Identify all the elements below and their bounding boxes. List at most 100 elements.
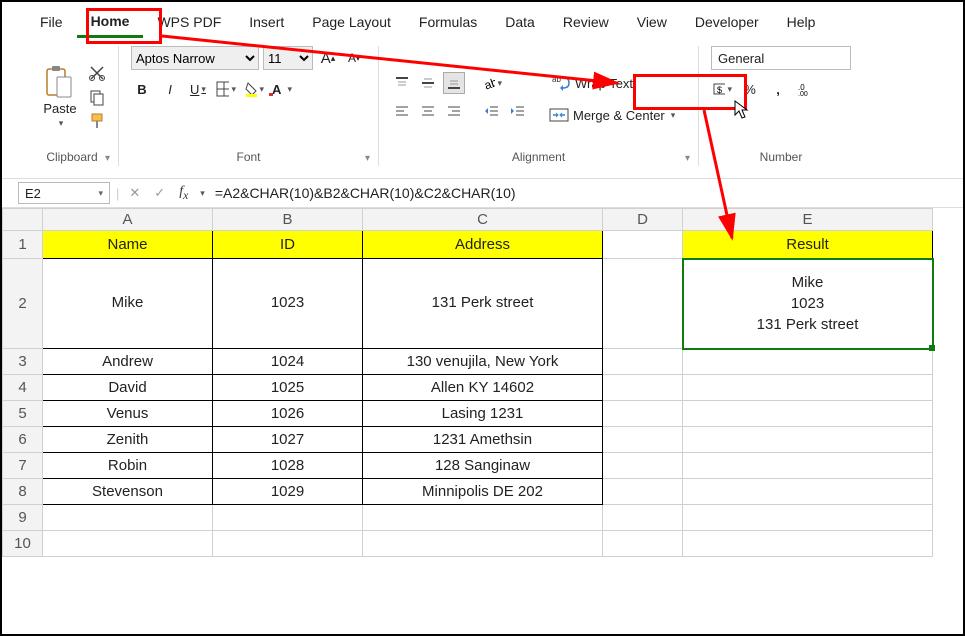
- cell[interactable]: [683, 453, 933, 479]
- row-header[interactable]: 8: [3, 479, 43, 505]
- align-middle-icon[interactable]: [417, 72, 439, 94]
- comma-icon[interactable]: ,: [767, 78, 789, 100]
- number-format-select[interactable]: General: [711, 46, 851, 70]
- cell[interactable]: [683, 505, 933, 531]
- formula-input[interactable]: =A2&CHAR(10)&B2&CHAR(10)&C2&CHAR(10): [211, 185, 955, 201]
- cell[interactable]: [683, 427, 933, 453]
- cell[interactable]: Stevenson: [43, 479, 213, 505]
- cell[interactable]: [213, 531, 363, 557]
- tab-formulas[interactable]: Formulas: [405, 8, 491, 36]
- border-button[interactable]: ▾: [215, 78, 237, 100]
- row-header[interactable]: 4: [3, 375, 43, 401]
- cell[interactable]: [603, 349, 683, 375]
- accounting-format-icon[interactable]: $▾: [711, 78, 733, 100]
- row-header[interactable]: 3: [3, 349, 43, 375]
- col-header-E[interactable]: E: [683, 209, 933, 231]
- cell[interactable]: [43, 505, 213, 531]
- dialog-launcher-icon[interactable]: ▾: [365, 153, 370, 164]
- orientation-icon[interactable]: ab▾: [481, 72, 503, 94]
- row-header[interactable]: 7: [3, 453, 43, 479]
- tab-insert[interactable]: Insert: [235, 8, 298, 36]
- decrease-indent-icon[interactable]: [481, 100, 503, 122]
- cell[interactable]: Zenith: [43, 427, 213, 453]
- increase-decimal-icon[interactable]: .0.00: [795, 78, 817, 100]
- tab-data[interactable]: Data: [491, 8, 549, 36]
- cell[interactable]: [603, 531, 683, 557]
- dialog-launcher-icon[interactable]: ▾: [685, 153, 690, 164]
- cell[interactable]: 1024: [213, 349, 363, 375]
- cell[interactable]: [603, 453, 683, 479]
- cell[interactable]: Lasing 1231: [363, 401, 603, 427]
- row-header[interactable]: 2: [3, 259, 43, 349]
- align-left-icon[interactable]: [391, 100, 413, 122]
- merge-center-button[interactable]: Merge & Center ▾: [543, 105, 681, 125]
- tab-pagelayout[interactable]: Page Layout: [298, 8, 405, 36]
- cell[interactable]: 1025: [213, 375, 363, 401]
- cell[interactable]: Andrew: [43, 349, 213, 375]
- col-header-B[interactable]: B: [213, 209, 363, 231]
- tab-help[interactable]: Help: [773, 8, 830, 36]
- cell[interactable]: [603, 259, 683, 349]
- enter-icon[interactable]: ✓: [150, 185, 169, 201]
- tab-file[interactable]: File: [26, 8, 77, 36]
- font-size-select[interactable]: 11: [263, 46, 313, 70]
- copy-icon[interactable]: [88, 88, 106, 106]
- cell[interactable]: Result: [683, 231, 933, 259]
- cell[interactable]: [683, 401, 933, 427]
- cell[interactable]: 1029: [213, 479, 363, 505]
- bold-button[interactable]: B: [131, 78, 153, 100]
- cut-icon[interactable]: [88, 64, 106, 82]
- cancel-icon[interactable]: ✕: [125, 185, 144, 201]
- cell[interactable]: [603, 231, 683, 259]
- cell[interactable]: David: [43, 375, 213, 401]
- tab-home[interactable]: Home: [77, 7, 144, 38]
- row-header[interactable]: 6: [3, 427, 43, 453]
- cell[interactable]: 1027: [213, 427, 363, 453]
- grid[interactable]: A B C D E 1 Name ID Address Result 2 Mik…: [2, 208, 934, 557]
- col-header-C[interactable]: C: [363, 209, 603, 231]
- cell[interactable]: [363, 505, 603, 531]
- row-header[interactable]: 10: [3, 531, 43, 557]
- percent-icon[interactable]: %: [739, 78, 761, 100]
- cell[interactable]: Address: [363, 231, 603, 259]
- cell[interactable]: [603, 479, 683, 505]
- dialog-launcher-icon[interactable]: ▾: [105, 153, 110, 164]
- cell-selected[interactable]: Mike 1023 131 Perk street: [683, 259, 933, 349]
- row-header[interactable]: 9: [3, 505, 43, 531]
- row-header[interactable]: 5: [3, 401, 43, 427]
- cell[interactable]: Minnipolis DE 202: [363, 479, 603, 505]
- increase-indent-icon[interactable]: [507, 100, 529, 122]
- cell[interactable]: 130 venujila, New York: [363, 349, 603, 375]
- align-bottom-icon[interactable]: [443, 72, 465, 94]
- wrap-text-button[interactable]: ab Wrap Text: [543, 69, 661, 97]
- cell[interactable]: [603, 505, 683, 531]
- cell[interactable]: Name: [43, 231, 213, 259]
- name-box[interactable]: E2▾: [18, 182, 110, 204]
- increase-font-icon[interactable]: A▴: [317, 47, 339, 69]
- select-all-corner[interactable]: [3, 209, 43, 231]
- row-header[interactable]: 1: [3, 231, 43, 259]
- decrease-font-icon[interactable]: A▾: [343, 47, 365, 69]
- cell[interactable]: 1028: [213, 453, 363, 479]
- cell[interactable]: 128 Sanginaw: [363, 453, 603, 479]
- align-right-icon[interactable]: [443, 100, 465, 122]
- tab-review[interactable]: Review: [549, 8, 623, 36]
- cell[interactable]: 1231 Amethsin: [363, 427, 603, 453]
- italic-button[interactable]: I: [159, 78, 181, 100]
- cell[interactable]: Venus: [43, 401, 213, 427]
- cell[interactable]: [603, 401, 683, 427]
- cell[interactable]: [683, 479, 933, 505]
- cell[interactable]: [603, 427, 683, 453]
- cell[interactable]: [683, 375, 933, 401]
- tab-view[interactable]: View: [623, 8, 681, 36]
- cell[interactable]: [683, 531, 933, 557]
- cell[interactable]: Allen KY 14602: [363, 375, 603, 401]
- align-center-icon[interactable]: [417, 100, 439, 122]
- cell[interactable]: ID: [213, 231, 363, 259]
- cell[interactable]: [213, 505, 363, 531]
- col-header-A[interactable]: A: [43, 209, 213, 231]
- format-painter-icon[interactable]: [88, 112, 106, 130]
- cell[interactable]: Robin: [43, 453, 213, 479]
- font-name-select[interactable]: Aptos Narrow: [131, 46, 259, 70]
- fx-icon[interactable]: fx: [175, 184, 192, 202]
